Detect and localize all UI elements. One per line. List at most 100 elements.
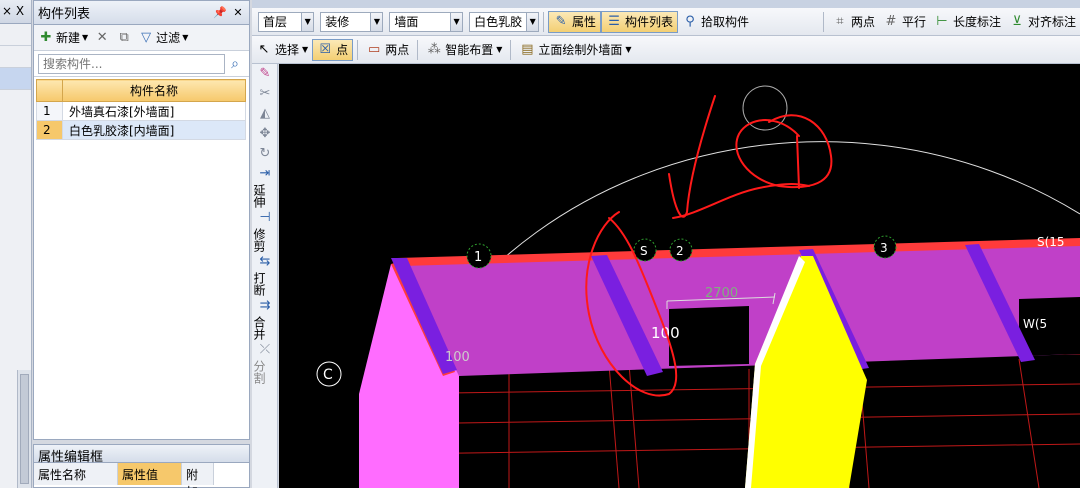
axis-label-right: S(15 xyxy=(1037,235,1065,249)
length-dim-label: 长度标注 xyxy=(952,15,1001,29)
component-name[interactable]: 外墙真石漆[外墙面] xyxy=(62,101,246,121)
split-tool[interactable]: ⤫ 分割 xyxy=(252,340,278,384)
parallel-button[interactable]: # 平行 xyxy=(879,11,930,33)
opening-label: W(5 xyxy=(1023,317,1047,331)
filter-icon: ▽ xyxy=(141,29,152,45)
length-dim-icon: ⊢ xyxy=(936,13,948,29)
point-button[interactable]: ☒ 点 xyxy=(312,38,354,61)
axis-marker-2: 2 xyxy=(669,238,693,262)
break-tool[interactable]: ⇆ 打断 xyxy=(252,252,278,296)
chevron-down-icon: ▼ xyxy=(526,12,539,31)
separator xyxy=(510,39,512,60)
properties-button[interactable]: ✎ 属性 xyxy=(548,10,602,33)
separator xyxy=(543,11,545,32)
parallel-icon: # xyxy=(885,13,897,29)
opening xyxy=(669,306,749,366)
model-view[interactable]: 2700 100 100 C 1 S 2 3 S(15 W(5 xyxy=(279,64,1080,488)
filter-button[interactable]: ▽ 过滤 ▼ xyxy=(138,29,188,46)
category-select[interactable]: 装修 ▼ xyxy=(320,11,384,32)
scissors-tool[interactable]: ✂ xyxy=(252,84,278,104)
separator xyxy=(417,39,419,60)
table-row[interactable]: 1 外墙真石漆[外墙面] xyxy=(36,101,246,121)
properties-icon: ✎ xyxy=(555,13,567,29)
scissors-icon: ✂ xyxy=(259,86,271,101)
axis-label-c: C xyxy=(323,367,333,383)
top-strip xyxy=(252,0,1080,8)
axis-marker-s: S xyxy=(633,238,657,262)
move-tool[interactable]: ✥ xyxy=(252,124,278,144)
axis-marker-3: 3 xyxy=(873,235,897,259)
merge-tool[interactable]: ⇉ 合并 xyxy=(252,296,278,340)
row-number: 1 xyxy=(36,101,63,121)
smart-layout-button[interactable]: ⁂ 智能布置 ▼ xyxy=(422,39,506,61)
chevron-down-icon: ▼ xyxy=(302,45,309,54)
search-icon[interactable]: ⌕ xyxy=(225,56,245,72)
pick-component-label: 拾取构件 xyxy=(701,15,750,29)
type-select[interactable]: 墙面 ▼ xyxy=(389,11,464,32)
chevron-down-icon: ▼ xyxy=(450,12,463,31)
dimension-text: 2700 xyxy=(705,286,738,301)
new-label: 新建 xyxy=(56,31,81,45)
extend-icon: ⇥ xyxy=(259,166,271,181)
search-input[interactable] xyxy=(38,53,225,74)
select-label: 选择 xyxy=(275,43,300,57)
two-points-button[interactable]: ▭ 两点 xyxy=(362,39,413,61)
component-list-label: 构件列表 xyxy=(625,15,674,29)
component-table: 构件名称 1 外墙真石漆[外墙面] 2 白色乳胶漆[内墙面] xyxy=(36,79,246,140)
main-toolbar: 首层 ▼ 装修 ▼ 墙面 ▼ 白色乳胶 ▼ ✎ 属性 ☰ 构件列表 ⚲ 拾取构件… xyxy=(252,8,1080,36)
floor-select[interactable]: 首层 ▼ xyxy=(258,11,315,32)
two-points-dim-button[interactable]: ⌗ 两点 xyxy=(828,11,879,33)
new-button[interactable]: ✚ 新建 ▼ xyxy=(38,29,89,46)
align-dim-label: 对齐标注 xyxy=(1027,15,1076,29)
chevron-down-icon: ▼ xyxy=(370,12,383,31)
close-icon[interactable]: ✕ xyxy=(231,6,245,19)
property-panel-title: 属性编辑框 xyxy=(34,445,249,465)
delete-icon[interactable]: ✕ xyxy=(94,30,110,46)
3d-canvas[interactable]: 2700 100 100 C 1 S 2 3 S(15 W(5 xyxy=(279,64,1080,488)
chevron-down-icon: ▼ xyxy=(301,12,314,31)
elevation-icon: ▤ xyxy=(521,41,534,57)
trim-icon: ⊣ xyxy=(259,210,271,225)
list-icon: ☰ xyxy=(608,13,620,29)
merge-icon: ⇉ xyxy=(259,298,271,313)
component-select[interactable]: 白色乳胶 ▼ xyxy=(469,11,540,32)
trim-tool[interactable]: ⊣ 修剪 xyxy=(252,208,278,252)
left-dock-strip: × X xyxy=(0,0,32,488)
smart-layout-icon: ⁂ xyxy=(427,41,441,57)
left-dock-header[interactable]: × X xyxy=(0,0,31,24)
point-label: 点 xyxy=(336,43,349,57)
new-icon: ✚ xyxy=(40,29,52,45)
select-button[interactable]: ↖ 选择 ▼ xyxy=(252,39,312,61)
component-name-header[interactable]: 构件名称 xyxy=(62,79,246,102)
brush-tool[interactable]: ✎ xyxy=(252,64,278,84)
brush-icon: ✎ xyxy=(259,66,271,81)
pick-component-button[interactable]: ⚲ 拾取构件 xyxy=(678,11,753,33)
search-bar: ⌕ xyxy=(34,51,249,77)
rotate-tool[interactable]: ↻ xyxy=(252,144,278,164)
extend-tool[interactable]: ⇥ 延伸 xyxy=(252,164,278,208)
break-label: 打断 xyxy=(252,272,266,296)
type-value: 墙面 xyxy=(394,15,419,29)
thickness-label: 100 xyxy=(445,350,470,365)
axis-label-s: S xyxy=(640,244,648,258)
scroll-thumb[interactable] xyxy=(20,374,29,484)
vertical-toolbar: ✎ ✂ ◭ ✥ ↻ ⇥ 延伸 ⊣ 修剪 ⇆ 打断 ⇉ 合并 ⤫ 分割 xyxy=(252,64,278,488)
align-dim-button[interactable]: ⊻ 对齐标注 xyxy=(1005,11,1080,33)
chevron-down-icon: ▼ xyxy=(496,45,503,54)
elevation-draw-button[interactable]: ▤ 立面绘制外墙面 ▼ xyxy=(515,39,635,61)
category-value: 装修 xyxy=(325,15,350,29)
mirror-tool[interactable]: ◭ xyxy=(252,104,278,124)
axis-label-3: 3 xyxy=(880,241,888,255)
trim-label: 修剪 xyxy=(252,228,266,252)
pin-icon[interactable]: 📌 xyxy=(213,6,227,19)
component-name[interactable]: 白色乳胶漆[内墙面] xyxy=(62,120,246,140)
component-list-button[interactable]: ☰ 构件列表 xyxy=(601,10,679,33)
panel-toolbar: ✚ 新建 ▼ ✕ ⧉ ▽ 过滤 ▼ xyxy=(34,25,249,51)
length-dim-button[interactable]: ⊢ 长度标注 xyxy=(930,11,1005,33)
copy-icon[interactable]: ⧉ xyxy=(116,30,132,46)
table-row[interactable]: 2 白色乳胶漆[内墙面] xyxy=(36,120,246,140)
axis-label-1: 1 xyxy=(474,250,482,265)
line-draw-icon: ▭ xyxy=(368,41,381,57)
smart-layout-label: 智能布置 xyxy=(445,43,494,57)
left-dock-scrollbar[interactable] xyxy=(17,370,31,488)
